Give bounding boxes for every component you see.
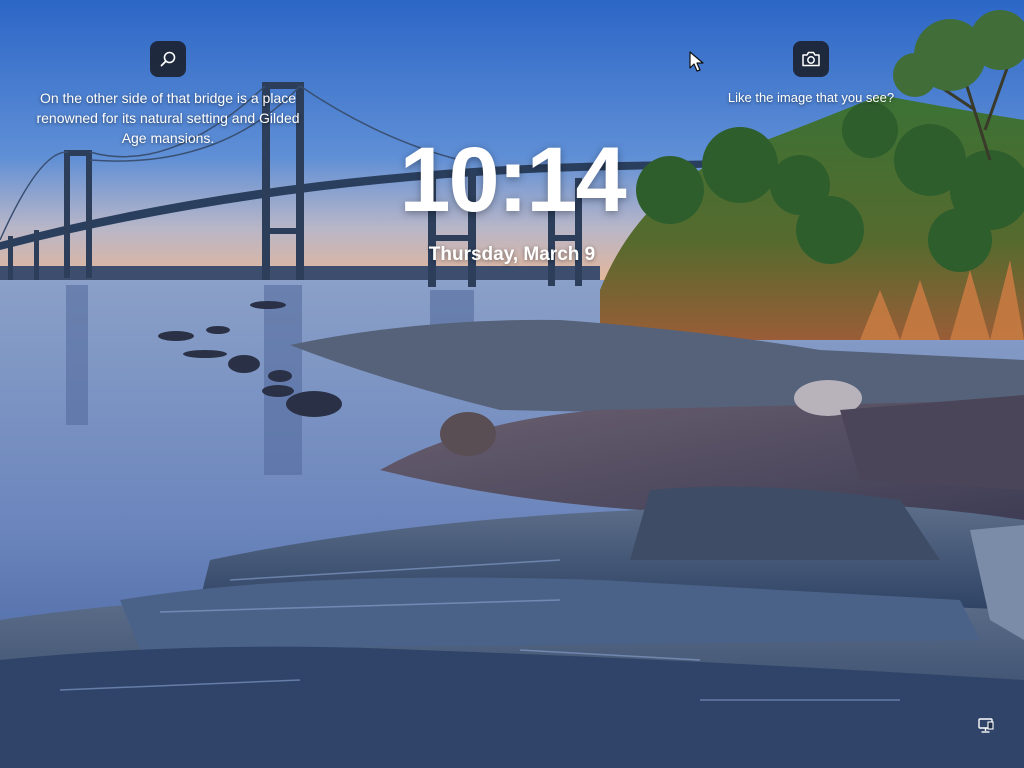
lock-screen[interactable]: On the other side of that bridge is a pl… [0,0,1024,768]
camera-icon [802,51,820,67]
spotlight-like-button[interactable] [793,41,829,77]
spotlight-search-caption[interactable]: On the other side of that bridge is a pl… [30,88,306,148]
lock-screen-clock: 10:14 [399,129,626,231]
spotlight-like-caption[interactable]: Like the image that you see? [690,88,932,108]
lock-screen-date: Thursday, March 9 [428,244,596,265]
network-icon[interactable] [977,717,995,735]
spotlight-search-button[interactable] [150,41,186,77]
mouse-cursor-icon [689,51,704,72]
search-icon [160,51,176,67]
